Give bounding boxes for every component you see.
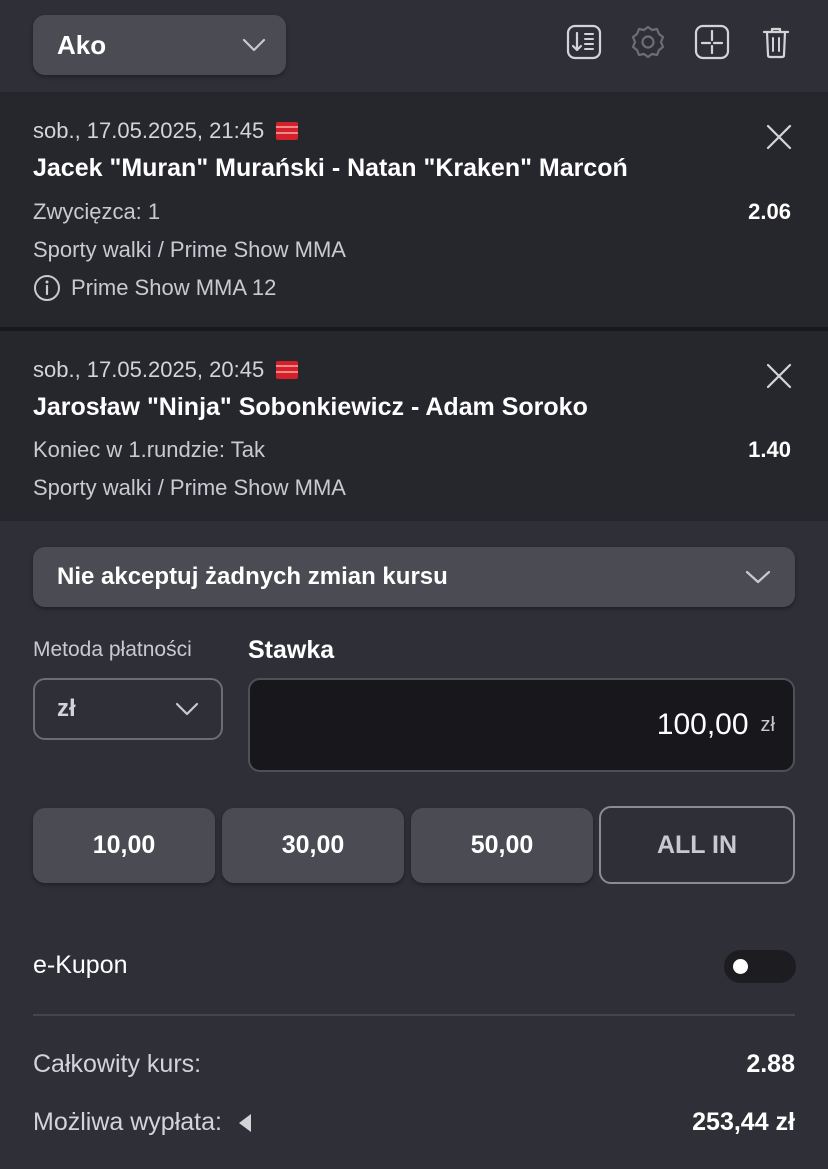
event-datetime: sob., 17.05.2025, 20:45	[33, 357, 265, 382]
close-icon[interactable]	[764, 122, 794, 152]
stake-input[interactable]: 100,00 zł	[248, 678, 795, 772]
summary-divider	[33, 1014, 795, 1016]
event-datetime-row: sob., 17.05.2025, 20:45	[33, 357, 299, 383]
payout-row: Możliwa wypłata:	[33, 1108, 254, 1137]
event-odd: 2.06	[748, 199, 791, 224]
payout-value: 253,44 zł	[692, 1108, 795, 1136]
flag-icon	[276, 122, 299, 140]
info-icon	[34, 275, 60, 301]
settings-icon[interactable]	[629, 22, 667, 62]
currency-value: zł	[57, 695, 76, 722]
bet-type-select[interactable]: Ako	[33, 15, 286, 75]
event-market: Zwycięzca: 1	[33, 199, 161, 224]
payout-label: Możliwa wypłata:	[33, 1108, 222, 1136]
total-odds-value: 2.88	[746, 1050, 795, 1078]
toggle-knob	[733, 959, 748, 974]
chevron-down-icon	[745, 570, 771, 584]
event-market: Koniec w 1.rundzie: Tak	[33, 437, 265, 462]
bet-event-card: sob., 17.05.2025, 21:45 Jacek "Muran" Mu…	[0, 92, 828, 327]
odds-change-select[interactable]: Nie akceptuj żadnych zmian kursu	[33, 547, 795, 607]
flag-icon	[276, 361, 299, 379]
sort-icon[interactable]	[565, 22, 603, 62]
all-in-button[interactable]: ALL IN	[599, 806, 795, 884]
event-match-name: Jacek "Muran" Murański - Natan "Kraken" …	[33, 154, 628, 182]
event-info-text: Prime Show MMA 12	[71, 275, 277, 300]
bet-event-card: sob., 17.05.2025, 20:45 Jarosław "Ninja"…	[0, 331, 828, 521]
bet-type-label: Ako	[57, 29, 107, 60]
event-league: Sporty walki / Prime Show MMA	[33, 237, 346, 262]
trash-icon[interactable]	[757, 22, 795, 62]
stake-unit: zł	[760, 713, 775, 736]
stake-value: 100,00	[656, 708, 749, 741]
stake-label: Stawka	[248, 636, 335, 664]
event-datetime: sob., 17.05.2025, 21:45	[33, 118, 265, 143]
bet-slip-toolbar: Ako	[0, 0, 828, 92]
chevron-down-icon	[242, 38, 266, 52]
close-icon[interactable]	[764, 361, 794, 391]
event-info-row[interactable]: Prime Show MMA 12	[33, 274, 276, 302]
ekupon-label: e-Kupon	[33, 951, 128, 979]
triangle-left-icon[interactable]	[236, 1112, 254, 1134]
quick-stake-button[interactable]: 50,00	[411, 808, 593, 883]
total-odds-label: Całkowity kurs:	[33, 1050, 202, 1078]
quick-stake-button[interactable]: 10,00	[33, 808, 215, 883]
event-datetime-row: sob., 17.05.2025, 21:45	[33, 118, 299, 144]
odds-change-label: Nie akceptuj żadnych zmian kursu	[57, 563, 448, 590]
split-icon[interactable]	[693, 22, 731, 62]
event-league: Sporty walki / Prime Show MMA	[33, 475, 346, 500]
chevron-down-icon	[175, 702, 199, 716]
event-match-name: Jarosław "Ninja" Sobonkiewicz - Adam Sor…	[33, 393, 588, 421]
quick-stake-button[interactable]: 30,00	[222, 808, 404, 883]
payment-method-label: Metoda płatności	[33, 638, 192, 661]
ekupon-toggle[interactable]	[724, 950, 796, 983]
event-odd: 1.40	[748, 437, 791, 462]
currency-select[interactable]: zł	[33, 678, 223, 740]
